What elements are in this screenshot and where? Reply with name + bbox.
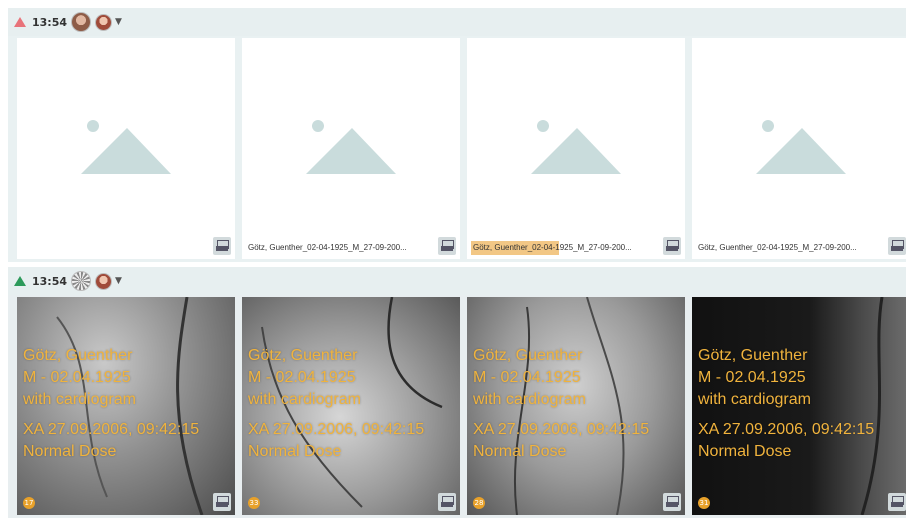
patient-dob: M - 02.04.1925 [23,369,131,386]
download-archive-icon[interactable] [663,237,681,255]
alert-triangle-icon[interactable] [14,17,26,27]
image-placeholder-icon [17,38,235,228]
frame-count-badge: 33 [248,497,260,509]
dose-info: Normal Dose [248,443,342,460]
patient-avatar[interactable] [95,272,113,290]
thumbnail-caption: Götz, Guenther_02-04-1925_M_27-09-200... [698,243,857,252]
thumbnail-tile[interactable] [17,38,235,259]
thumbnail-caption [21,241,25,255]
series-description: with cardiogram [23,391,136,408]
series-description: with cardiogram [248,391,361,408]
thumbnail-row-images: Götz, Guenther M - 02.04.1925 with cardi… [8,295,906,518]
image-placeholder-icon [692,38,906,228]
user-avatar[interactable] [71,271,92,291]
dose-info: Normal Dose [698,443,792,460]
viewer-toolbar-bottom: 13:54 ▼ [8,267,906,295]
dicom-overlay: Götz, Guenther M - 02.04.1925 with cardi… [698,345,874,463]
download-archive-icon[interactable] [888,493,906,511]
thumbnail-caption: Götz, Guenther_02-04-1925_M_27-09-200... [248,243,407,252]
download-archive-icon[interactable] [888,237,906,255]
frame-count-badge: 28 [473,497,485,509]
thumbnail-row-placeholder: Götz, Guenther_02-04-1925_M_27-09-200...… [8,36,906,262]
image-placeholder-icon [242,38,460,228]
chevron-down-icon[interactable]: ▼ [115,276,122,286]
frame-count-badge: 17 [23,497,35,509]
patient-dob: M - 02.04.1925 [698,369,806,386]
viewer-toolbar-top: 13:54 ▼ [8,8,906,36]
dose-info: Normal Dose [473,443,567,460]
alert-triangle-icon[interactable] [14,276,26,286]
series-description: with cardiogram [698,391,811,408]
thumbnail-tile[interactable]: Götz, Guenther_02-04-1925_M_27-09-200... [467,38,685,259]
study-info: XA 27.09.2006, 09:42:15 [248,421,425,438]
patient-dob: M - 02.04.1925 [473,369,581,386]
patient-name: Götz, Guenther [698,347,808,364]
dicom-overlay: Götz, Guenther M - 02.04.1925 with cardi… [248,345,424,463]
download-archive-icon[interactable] [213,237,231,255]
download-archive-icon[interactable] [663,493,681,511]
download-archive-icon[interactable] [213,493,231,511]
study-info: XA 27.09.2006, 09:42:15 [698,421,875,438]
study-info: XA 27.09.2006, 09:42:15 [23,421,200,438]
series-description: with cardiogram [473,391,586,408]
patient-name: Götz, Guenther [248,347,358,364]
angiogram-thumbnail[interactable]: Götz, Guenther M - 02.04.1925 with cardi… [467,297,685,515]
angiogram-thumbnail[interactable]: Götz, Guenther M - 02.04.1925 with cardi… [692,297,906,515]
user-avatar[interactable] [71,12,92,32]
angiogram-thumbnail[interactable]: Götz, Guenther M - 02.04.1925 with cardi… [17,297,235,515]
patient-dob: M - 02.04.1925 [248,369,356,386]
thumbnail-tile[interactable]: Götz, Guenther_02-04-1925_M_27-09-200... [242,38,460,259]
download-archive-icon[interactable] [438,237,456,255]
dicom-overlay: Götz, Guenther M - 02.04.1925 with cardi… [23,345,199,463]
toolbar-time: 13:54 [32,274,68,288]
dose-info: Normal Dose [23,443,117,460]
thumbnail-tile[interactable]: Götz, Guenther_02-04-1925_M_27-09-200... [692,38,906,259]
dicom-overlay: Götz, Guenther M - 02.04.1925 with cardi… [473,345,649,463]
toolbar-time: 13:54 [32,15,68,29]
chevron-down-icon[interactable]: ▼ [115,17,122,27]
angiogram-thumbnail[interactable]: Götz, Guenther M - 02.04.1925 with cardi… [242,297,460,515]
patient-avatar[interactable] [95,13,113,31]
thumbnail-caption: Götz, Guenther_02-04-1925_M_27-09-200... [471,241,634,255]
frame-count-badge: 31 [698,497,710,509]
image-placeholder-icon [467,38,685,228]
download-archive-icon[interactable] [438,493,456,511]
patient-name: Götz, Guenther [473,347,583,364]
patient-name: Götz, Guenther [23,347,133,364]
study-info: XA 27.09.2006, 09:42:15 [473,421,650,438]
